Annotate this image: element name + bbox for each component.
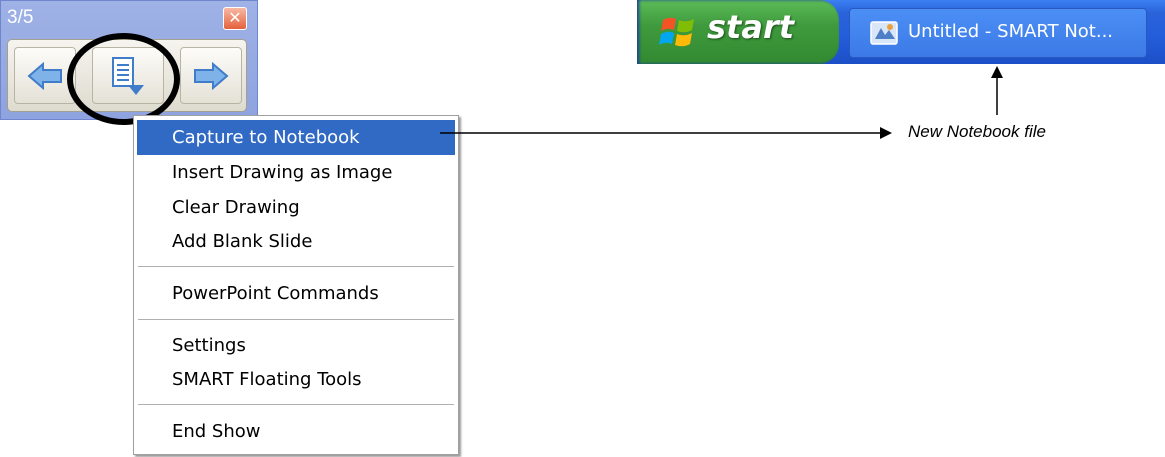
callout-label: New Notebook file [908, 122, 1046, 141]
callout-arrows [440, 66, 1003, 139]
callout-arrowhead [991, 66, 1003, 78]
callout-arrowhead [880, 127, 892, 139]
